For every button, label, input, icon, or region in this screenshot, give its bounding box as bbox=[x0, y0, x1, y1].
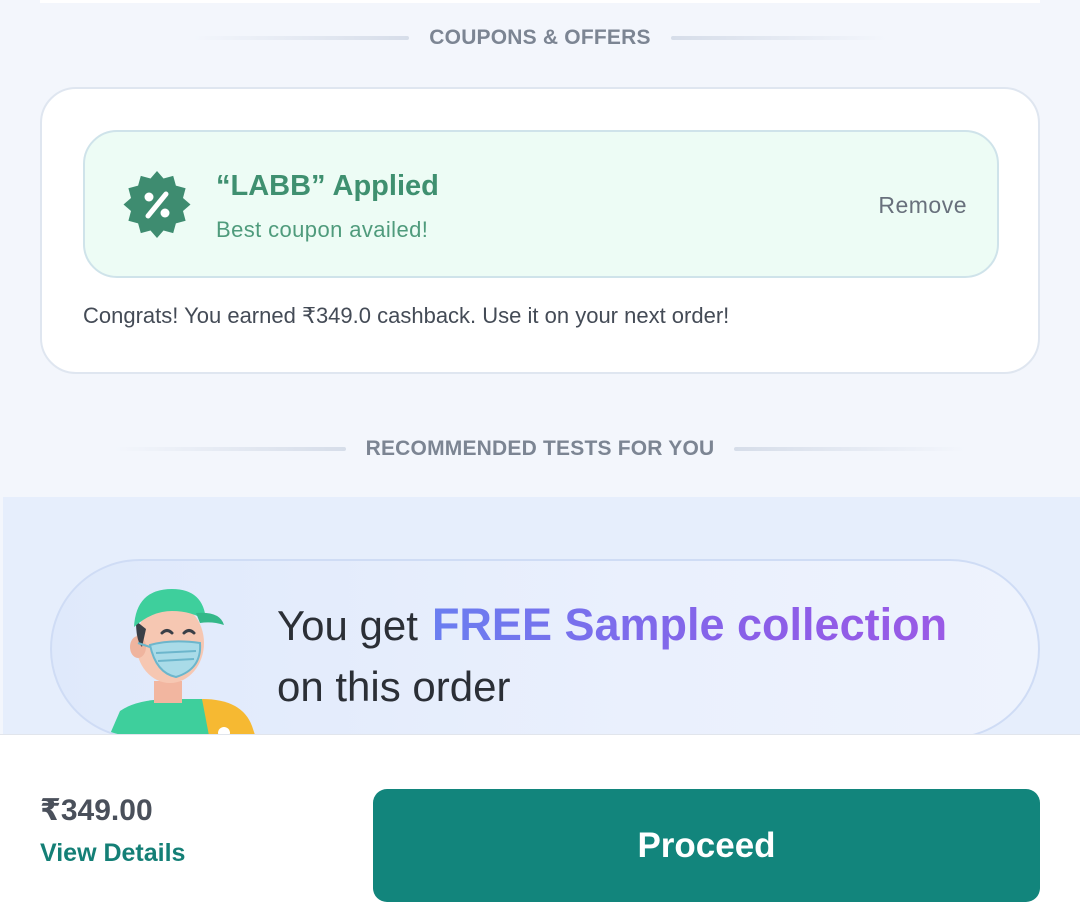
divider-left bbox=[193, 36, 410, 40]
percent-badge-icon bbox=[123, 171, 191, 238]
promo-subline: on this order bbox=[277, 663, 511, 710]
proceed-button[interactable]: Proceed bbox=[373, 789, 1040, 902]
view-details-link[interactable]: View Details bbox=[40, 839, 185, 868]
total-price: ₹349.00 bbox=[40, 794, 153, 827]
applied-coupon-banner: “LABB” Applied Best coupon availed! Remo… bbox=[83, 130, 999, 278]
coupons-section-title: COUPONS & OFFERS bbox=[429, 26, 651, 49]
cashback-message: Congrats! You earned ₹349.0 cashback. Us… bbox=[83, 303, 730, 328]
free-sample-promo-section: You get FREE Sample collection on this or… bbox=[3, 497, 1080, 739]
promo-prefix: You get bbox=[277, 602, 418, 649]
recommended-section-title: RECOMMENDED TESTS FOR YOU bbox=[365, 437, 715, 460]
coupon-applied-subtitle: Best coupon availed! bbox=[216, 217, 429, 242]
promo-headline: You get FREE Sample collection bbox=[277, 599, 947, 651]
promo-highlight: FREE Sample collection bbox=[431, 599, 948, 650]
masked-delivery-person-illustration bbox=[108, 589, 256, 737]
remove-coupon-button[interactable]: Remove bbox=[878, 192, 967, 219]
divider-left bbox=[113, 447, 346, 451]
coupon-applied-title: “LABB” Applied bbox=[216, 170, 439, 202]
free-sample-promo-banner: You get FREE Sample collection on this or… bbox=[50, 559, 1040, 739]
previous-card-edge bbox=[40, 0, 1040, 3]
coupon-card: “LABB” Applied Best coupon availed! Remo… bbox=[40, 87, 1040, 374]
recommended-section-header: RECOMMENDED TESTS FOR YOU bbox=[0, 437, 1080, 461]
divider-right bbox=[734, 447, 967, 451]
checkout-footer: ₹349.00 View Details Proceed bbox=[0, 734, 1080, 922]
coupons-section-header: COUPONS & OFFERS bbox=[0, 26, 1080, 50]
divider-right bbox=[670, 36, 887, 40]
